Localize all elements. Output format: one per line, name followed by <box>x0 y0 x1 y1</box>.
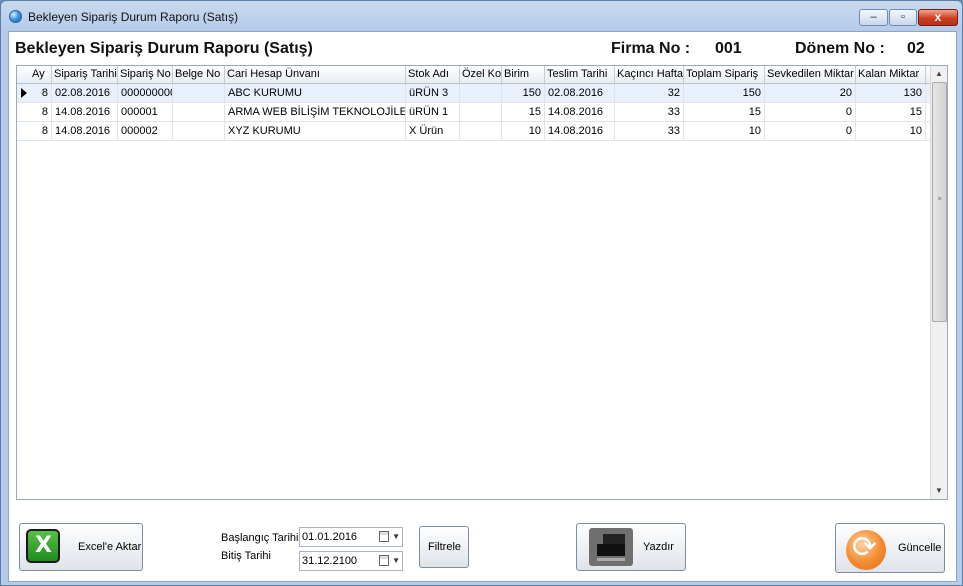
firma-label: Firma No : <box>611 40 691 57</box>
scroll-down-icon[interactable]: ▼ <box>931 483 947 499</box>
scroll-up-icon[interactable]: ▲ <box>931 66 947 82</box>
cell-ay[interactable]: 8 <box>30 103 52 121</box>
column-header-siparis-tarihi[interactable]: Sipariş Tarihi <box>52 66 118 83</box>
cell-stok-adi[interactable]: üRÜN 3 <box>406 84 460 102</box>
excel-export-button[interactable]: X Excel'e Aktar <box>19 523 143 571</box>
printer-icon <box>589 528 633 566</box>
grid-rows: 8 02.08.2016 000000000 ABC KURUMU üRÜN 3 150 0… <box>17 84 932 141</box>
donem-label: Dönem No : <box>795 40 885 57</box>
report-window: Bekleyen Sipariş Durum Raporu (Satış) – … <box>0 0 963 586</box>
cell-sevkedilen-miktar[interactable]: 0 <box>765 103 856 121</box>
cell-ay[interactable]: 8 <box>30 84 52 102</box>
cell-toplam-siparis[interactable]: 15 <box>684 103 765 121</box>
column-header-sevkedilen-miktar[interactable]: Sevkedilen Miktar <box>765 66 856 83</box>
column-header-toplam-siparis[interactable]: Toplam Sipariş <box>684 66 765 83</box>
column-header-teslim-tarihi[interactable]: Teslim Tarihi <box>545 66 615 83</box>
cell-toplam-siparis[interactable]: 150 <box>684 84 765 102</box>
end-date-value: 31.12.2100 <box>302 555 358 567</box>
cell-birim[interactable]: 150 <box>502 84 545 102</box>
maximize-button[interactable]: ▫ <box>889 9 917 26</box>
cell-birim[interactable]: 10 <box>502 122 545 140</box>
excel-export-label: Excel'e Aktar <box>78 541 142 553</box>
cell-cari-hesap-unvani[interactable]: ARMA WEB BİLİŞİM TEKNOLOJİLERİ <box>225 103 406 121</box>
cell-teslim-tarihi[interactable]: 14.08.2016 <box>545 122 615 140</box>
chevron-down-icon[interactable]: ▼ <box>392 528 400 546</box>
grid-header: Ay Sipariş Tarihi Sipariş No Belge No Cari H… <box>17 66 932 84</box>
column-header-ay[interactable]: Ay <box>30 66 52 83</box>
cell-ozel-kod[interactable] <box>460 122 502 140</box>
end-date-input[interactable]: 31.12.2100 ▼ <box>299 551 403 571</box>
cell-siparis-no[interactable]: 000002 <box>118 122 173 140</box>
cell-kalan-miktar[interactable]: 15 <box>856 103 926 121</box>
cell-siparis-no[interactable]: 000000000 <box>118 84 173 102</box>
vertical-scrollbar[interactable]: ▲ ≡ ▼ <box>930 66 947 499</box>
cell-toplam-siparis[interactable]: 10 <box>684 122 765 140</box>
cell-siparis-tarihi[interactable]: 14.08.2016 <box>52 122 118 140</box>
title-bar: Bekleyen Sipariş Durum Raporu (Satış) – … <box>1 1 962 31</box>
cell-sevkedilen-miktar[interactable]: 0 <box>765 122 856 140</box>
cell-teslim-tarihi[interactable]: 02.08.2016 <box>545 84 615 102</box>
end-date-label: Bitiş Tarihi <box>221 550 271 562</box>
globe-icon <box>9 10 22 23</box>
chevron-down-icon[interactable]: ▼ <box>392 552 400 570</box>
cell-kalan-miktar[interactable]: 10 <box>856 122 926 140</box>
cell-belge-no[interactable] <box>173 122 225 140</box>
refresh-button[interactable]: ⟳ Güncelle <box>835 523 945 573</box>
cell-ay[interactable]: 8 <box>30 122 52 140</box>
page-title: Bekleyen Sipariş Durum Raporu (Satış) <box>15 40 313 57</box>
cell-siparis-tarihi[interactable]: 02.08.2016 <box>52 84 118 102</box>
cell-ozel-kod[interactable] <box>460 103 502 121</box>
cell-siparis-tarihi[interactable]: 14.08.2016 <box>52 103 118 121</box>
cell-ozel-kod[interactable] <box>460 84 502 102</box>
cell-belge-no[interactable] <box>173 103 225 121</box>
cell-birim[interactable]: 15 <box>502 103 545 121</box>
calendar-icon[interactable] <box>379 531 389 542</box>
refresh-label: Güncelle <box>898 542 942 554</box>
cell-kacinci-hafta[interactable]: 32 <box>615 84 684 102</box>
column-header-birim[interactable]: Birim <box>502 66 545 83</box>
column-header-cari-hesap-unvani[interactable]: Cari Hesap Ünvanı <box>225 66 406 83</box>
table-row[interactable]: 8 14.08.2016 000001 ARMA WEB BİLİŞİM TEKNOL… <box>17 103 932 122</box>
cell-kacinci-hafta[interactable]: 33 <box>615 122 684 140</box>
filter-label: Filtrele <box>428 541 462 553</box>
cell-stok-adi[interactable]: üRÜN 1 <box>406 103 460 121</box>
start-date-input[interactable]: 01.01.2016 ▼ <box>299 527 403 547</box>
print-button[interactable]: Yazdır <box>576 523 686 571</box>
start-date-value: 01.01.2016 <box>302 531 358 543</box>
table-row[interactable]: 8 02.08.2016 000000000 ABC KURUMU üRÜN 3 150 0… <box>17 84 932 103</box>
close-button[interactable]: x <box>918 9 958 26</box>
table-row[interactable]: 8 14.08.2016 000002 XYZ KURUMU X Ürün 10 14.08… <box>17 122 932 141</box>
window-title: Bekleyen Sipariş Durum Raporu (Satış) <box>28 10 239 24</box>
donem-value: 02 <box>907 40 925 57</box>
column-header-ozel-kod[interactable]: Özel Kod <box>460 66 502 83</box>
cell-stok-adi[interactable]: X Ürün <box>406 122 460 140</box>
column-header-kalan-miktar[interactable]: Kalan Miktar <box>856 66 926 83</box>
orders-grid[interactable]: Ay Sipariş Tarihi Sipariş No Belge No Cari H… <box>16 65 948 500</box>
grip-icon: ≡ <box>937 196 942 203</box>
cell-teslim-tarihi[interactable]: 14.08.2016 <box>545 103 615 121</box>
excel-icon: X <box>26 529 60 563</box>
column-header-stok-adi[interactable]: Stok Adı <box>406 66 460 83</box>
start-date-label: Başlangıç Tarihi <box>221 532 299 544</box>
column-header-kacinci-hafta[interactable]: Kaçıncı Hafta <box>615 66 684 83</box>
filter-button[interactable]: Filtrele <box>419 526 469 568</box>
cell-cari-hesap-unvani[interactable]: XYZ KURUMU <box>225 122 406 140</box>
scroll-thumb[interactable]: ≡ <box>932 82 947 322</box>
column-header-belge-no[interactable]: Belge No <box>173 66 225 83</box>
cell-kalan-miktar[interactable]: 130 <box>856 84 926 102</box>
cell-belge-no[interactable] <box>173 84 225 102</box>
firma-value: 001 <box>715 40 742 57</box>
column-header-siparis-no[interactable]: Sipariş No <box>118 66 173 83</box>
cell-sevkedilen-miktar[interactable]: 20 <box>765 84 856 102</box>
calendar-icon[interactable] <box>379 555 389 566</box>
row-indicator-icon <box>21 88 27 98</box>
cell-siparis-no[interactable]: 000001 <box>118 103 173 121</box>
cell-kacinci-hafta[interactable]: 33 <box>615 103 684 121</box>
client-area: Bekleyen Sipariş Durum Raporu (Satış) Fi… <box>8 31 957 582</box>
cell-cari-hesap-unvani[interactable]: ABC KURUMU <box>225 84 406 102</box>
print-label: Yazdır <box>643 541 674 553</box>
minimize-button[interactable]: – <box>859 9 888 26</box>
refresh-icon: ⟳ <box>846 530 886 570</box>
